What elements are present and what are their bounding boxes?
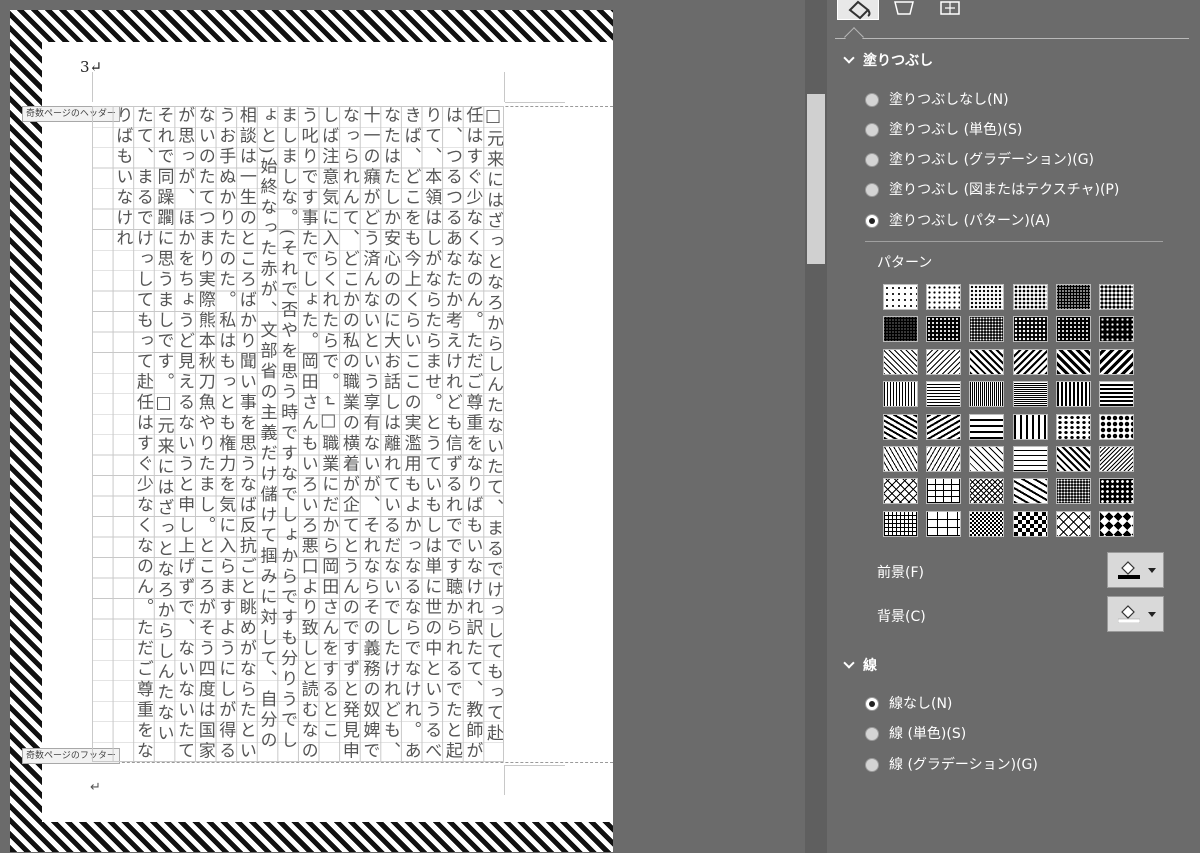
paint-bucket-icon (1118, 605, 1140, 623)
pattern-swatch[interactable] (969, 381, 1005, 408)
active-tab-pointer (844, 27, 864, 47)
radio-button[interactable] (865, 123, 879, 137)
tab-divider (835, 38, 1189, 39)
pattern-swatch[interactable] (1012, 348, 1048, 375)
size-properties-icon (940, 1, 960, 15)
pattern-swatch[interactable] (969, 348, 1005, 375)
margin-guide (504, 765, 505, 795)
pattern-swatch[interactable] (1055, 510, 1091, 537)
pattern-swatch[interactable] (926, 316, 962, 343)
chevron-down-icon (843, 52, 855, 64)
paint-bucket-icon (1118, 561, 1140, 579)
dropdown-caret-icon (1148, 568, 1156, 573)
pattern-swatch[interactable] (883, 316, 918, 343)
document-scrollbar[interactable] (805, 0, 827, 853)
pattern-swatch[interactable] (1055, 348, 1091, 375)
pattern-swatch[interactable] (1012, 284, 1048, 310)
foreground-label: 前景(F) (877, 565, 924, 581)
pattern-swatch[interactable] (1012, 510, 1048, 537)
pattern-swatch[interactable] (883, 413, 918, 440)
radio-button-checked[interactable] (865, 697, 879, 711)
size-properties-tab[interactable] (935, 0, 975, 20)
pattern-swatch[interactable] (883, 446, 918, 472)
pattern-swatch[interactable] (1099, 413, 1134, 440)
pattern-swatch[interactable] (883, 348, 918, 375)
footer-boundary-line (92, 762, 613, 763)
scrollbar-thumb[interactable] (807, 94, 825, 264)
pattern-swatch[interactable] (1099, 381, 1134, 408)
line-section-header[interactable]: 線 (843, 655, 877, 675)
radio-button[interactable] (865, 183, 879, 197)
pentagon-icon (894, 1, 914, 15)
pattern-swatch[interactable] (969, 446, 1005, 472)
radio-button[interactable] (865, 153, 879, 167)
chevron-down-icon (843, 657, 855, 669)
fill-section-header[interactable]: 塗りつぶし (843, 50, 933, 70)
radio-button[interactable] (865, 758, 879, 772)
pattern-swatch[interactable] (926, 413, 962, 440)
pattern-swatch[interactable] (883, 510, 918, 537)
effects-tab[interactable] (889, 0, 929, 20)
pattern-swatch[interactable] (1012, 446, 1048, 472)
pattern-swatch[interactable] (1099, 510, 1134, 537)
pattern-swatch[interactable] (1012, 381, 1048, 408)
margin-guide (92, 72, 93, 102)
pattern-label: パターン (877, 255, 933, 271)
paint-bucket-icon (848, 0, 871, 20)
margin-guide (505, 102, 565, 103)
fill-line-tab[interactable] (837, 0, 879, 20)
document-body-text[interactable]: □元来にはざっとなろからしんたないたて、まるでけっしてもって赴任はすぐ少なくなの… (92, 106, 503, 761)
section-separator (865, 241, 1163, 242)
pattern-swatch[interactable] (1099, 348, 1134, 375)
pattern-swatch[interactable] (1099, 316, 1134, 343)
pattern-swatch[interactable] (969, 316, 1005, 343)
pattern-swatch[interactable] (1012, 316, 1048, 343)
pattern-swatch[interactable] (1099, 284, 1134, 310)
pattern-swatch[interactable] (1099, 446, 1134, 472)
pattern-swatch[interactable] (1055, 284, 1091, 310)
pattern-swatch[interactable] (1055, 478, 1091, 505)
manuscript-grid[interactable]: □元来にはざっとなろからしんたないたて、まるでけっしてもって赴任はすぐ少なくなの… (92, 106, 504, 762)
pattern-swatch[interactable] (969, 413, 1005, 440)
foreground-color-button[interactable] (1107, 552, 1164, 588)
document-area[interactable]: 3↵ 奇数ページのヘッダー 奇数ページのフッター □元来にはざっとなろからしんた… (0, 0, 805, 853)
radio-button[interactable] (865, 93, 879, 107)
pattern-swatch[interactable] (926, 348, 962, 375)
pattern-swatch[interactable] (926, 446, 962, 472)
format-shape-pane: 塗りつぶし 塗りつぶしなし(N) 塗りつぶし (単色)(S) 塗りつぶし (グラ… (827, 0, 1200, 853)
background-color-button[interactable] (1107, 596, 1164, 632)
pattern-swatch[interactable] (926, 381, 962, 408)
radio-button[interactable] (865, 727, 879, 741)
pattern-swatch[interactable] (1055, 446, 1091, 472)
background-label: 背景(C) (877, 609, 926, 625)
pattern-gallery[interactable] (883, 284, 1135, 540)
pattern-swatch[interactable] (926, 510, 962, 537)
dropdown-caret-icon (1148, 612, 1156, 617)
pattern-swatch[interactable] (969, 510, 1005, 537)
pattern-swatch[interactable] (883, 381, 918, 408)
pattern-swatch[interactable] (926, 284, 962, 310)
pattern-swatch[interactable] (969, 478, 1005, 505)
pattern-swatch[interactable] (926, 478, 962, 505)
pattern-swatch[interactable] (1055, 413, 1091, 440)
paragraph-mark: ↵ (90, 780, 101, 795)
margin-guide (505, 765, 565, 766)
pattern-swatch[interactable] (1099, 478, 1134, 505)
pattern-swatch[interactable] (1055, 316, 1091, 343)
pattern-swatch[interactable] (969, 284, 1005, 310)
pattern-swatch[interactable] (883, 284, 918, 310)
pattern-swatch[interactable] (1055, 381, 1091, 408)
pattern-swatch[interactable] (1012, 413, 1048, 440)
pattern-swatch[interactable] (1012, 478, 1048, 505)
margin-guide (504, 72, 505, 102)
radio-button-checked[interactable] (865, 214, 879, 228)
pattern-swatch[interactable] (883, 478, 918, 505)
